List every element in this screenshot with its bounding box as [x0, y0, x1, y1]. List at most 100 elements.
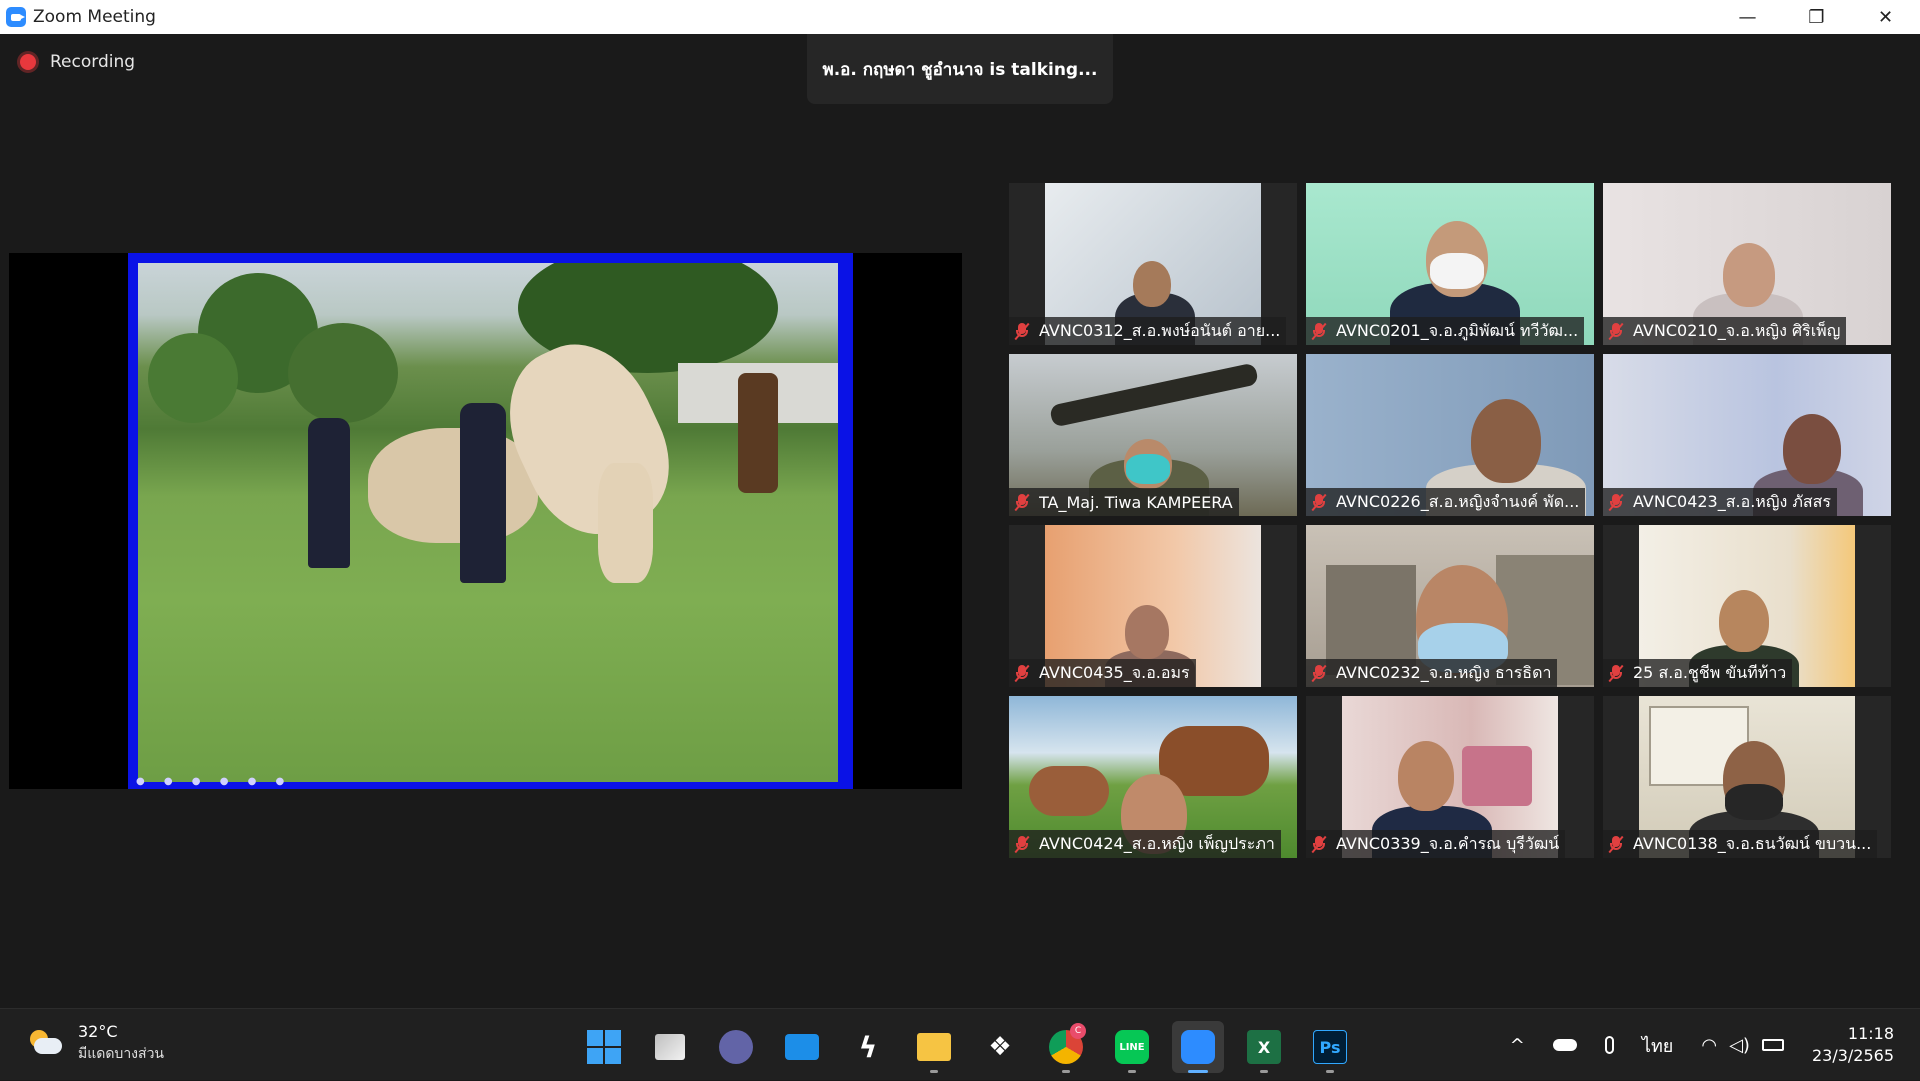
participant-tile[interactable]: AVNC0424_ส.อ.หญิง เพ็ญประภา [1009, 696, 1297, 858]
dropbox-button[interactable]: ❖ [974, 1021, 1026, 1073]
window-controls: — ❐ ✕ [1713, 0, 1920, 34]
mic-muted-icon [1310, 664, 1328, 683]
folder-icon [917, 1033, 951, 1061]
app-button-lightning[interactable]: ϟ [842, 1021, 894, 1073]
teams-chat-button[interactable] [710, 1021, 762, 1073]
zoom-icon [1181, 1030, 1215, 1064]
participant-name: TA_Maj. Tiwa KAMPEERA [1039, 492, 1233, 512]
participant-name: AVNC0424_ส.อ.หญิง เพ็ญประภา [1039, 833, 1275, 853]
participant-name-bar: 25 ส.อ.ชูชีพ ขันทีท้าว [1603, 659, 1793, 687]
taskbar: 32°C มีแดดบางส่วน ϟ ❖ C LINE X Ps ^ ไทย … [0, 1008, 1920, 1080]
chat-icon [719, 1030, 753, 1064]
input-language[interactable]: ไทย [1642, 1031, 1673, 1060]
file-explorer-button[interactable] [908, 1021, 960, 1073]
zoom-button[interactable] [1172, 1021, 1224, 1073]
zoom-app-icon [6, 7, 26, 27]
participant-name-bar: AVNC0226_ส.อ.หญิงจำนงค์ พัด... [1306, 488, 1586, 516]
participant-name: AVNC0210_จ.อ.หญิง ศิริเพ็ญ [1633, 320, 1841, 340]
participant-name: AVNC0312_ส.อ.พงษ์อนันต์ อาย... [1039, 320, 1281, 340]
mail-button[interactable] [776, 1021, 828, 1073]
photoshop-button[interactable]: Ps [1304, 1021, 1356, 1073]
mic-muted-icon [1607, 493, 1625, 512]
participant-tile[interactable]: AVNC0226_ส.อ.หญิงจำนงค์ พัด... [1306, 354, 1594, 516]
clock[interactable]: 11:18 23/3/2565 [1812, 1023, 1894, 1067]
tray-overflow-chevron-icon[interactable]: ^ [1510, 1035, 1525, 1056]
weather-desc: มีแดดบางส่วน [78, 1046, 164, 1062]
dropbox-icon: ❖ [988, 1032, 1012, 1062]
participant-tile[interactable]: AVNC0232_จ.อ.หญิง ธารธิดา [1306, 525, 1594, 687]
excel-button[interactable]: X [1238, 1021, 1290, 1073]
weather-widget[interactable]: 32°C มีแดดบางส่วน [28, 1021, 164, 1065]
slide-nav-dots[interactable]: ● ● ● ● ● ● [136, 776, 292, 787]
participant-name-bar: AVNC0210_จ.อ.หญิง ศิริเพ็ญ [1603, 317, 1847, 345]
lightning-icon: ϟ [858, 1030, 878, 1064]
participant-name-bar: AVNC0435_จ.อ.อมร [1009, 659, 1196, 687]
participant-tile[interactable]: AVNC0435_จ.อ.อมร [1009, 525, 1297, 687]
start-button[interactable] [578, 1021, 630, 1073]
meeting-area: Recording พ.อ. กฤษดา ชูอำนาจ is talking.… [0, 34, 1920, 1008]
record-dot-icon [20, 54, 36, 70]
title-bar: Zoom Meeting — ❐ ✕ [0, 0, 1920, 34]
participant-name: AVNC0138_จ.อ.ธนวัฒน์ ขบวน... [1633, 833, 1872, 853]
participant-name-bar: AVNC0232_จ.อ.หญิง ธารธิดา [1306, 659, 1558, 687]
clock-date: 23/3/2565 [1811, 1046, 1894, 1065]
mail-icon [785, 1034, 819, 1060]
chrome-button[interactable]: C [1040, 1021, 1092, 1073]
mic-muted-icon [1310, 322, 1328, 341]
photoshop-icon: Ps [1313, 1030, 1347, 1064]
participant-name: AVNC0423_ส.อ.หญิง ภัสสร [1633, 491, 1832, 511]
weather-temp: 32°C [78, 1022, 118, 1041]
participant-name-bar: TA_Maj. Tiwa KAMPEERA [1009, 488, 1239, 516]
partly-sunny-icon [28, 1030, 64, 1056]
participant-name: AVNC0339_จ.อ.คำรณ บุรีวัฒน์ [1336, 833, 1560, 853]
wifi-icon[interactable]: ◠ [1701, 1035, 1717, 1056]
participant-tile[interactable]: AVNC0201_จ.อ.ภูมิพัฒน์ ทวีวัฒ... [1306, 183, 1594, 345]
minimize-button[interactable]: — [1713, 0, 1782, 34]
participant-tile[interactable]: AVNC0210_จ.อ.หญิง ศิริเพ็ญ [1603, 183, 1891, 345]
system-tray: ^ ไทย ◠ ◁) 11:18 23/3/2565 [1510, 1009, 1920, 1081]
task-view-button[interactable] [644, 1021, 696, 1073]
restore-button[interactable]: ❐ [1782, 0, 1851, 34]
participant-name: AVNC0435_จ.อ.อมร [1039, 662, 1190, 682]
participant-tile[interactable]: 25 ส.อ.ชูชีพ ขันทีท้าว [1603, 525, 1891, 687]
participant-tile[interactable]: TA_Maj. Tiwa KAMPEERA [1009, 354, 1297, 516]
participant-name-bar: AVNC0339_จ.อ.คำรณ บุรีวัฒน์ [1306, 830, 1566, 858]
participant-tile[interactable]: AVNC0312_ส.อ.พงษ์อนันต์ อาย... [1009, 183, 1297, 345]
recording-indicator[interactable]: Recording [20, 52, 135, 72]
battery-icon[interactable] [1761, 1039, 1784, 1051]
shared-screen[interactable]: ● ● ● ● ● ● [9, 253, 962, 789]
participant-name: AVNC0232_จ.อ.หญิง ธารธิดา [1336, 662, 1552, 682]
taskbar-apps: ϟ ❖ C LINE X Ps [578, 1021, 1370, 1073]
participant-tile[interactable]: AVNC0339_จ.อ.คำรณ บุรีวัฒน์ [1306, 696, 1594, 858]
active-speaker-banner: พ.อ. กฤษดา ชูอำนาจ is talking... [807, 34, 1113, 104]
microphone-icon[interactable] [1604, 1036, 1614, 1054]
participant-name-bar: AVNC0201_จ.อ.ภูมิพัฒน์ ทวีวัฒ... [1306, 317, 1585, 345]
mic-muted-icon [1013, 493, 1031, 512]
participant-name-bar: AVNC0423_ส.อ.หญิง ภัสสร [1603, 488, 1838, 516]
participant-name: 25 ส.อ.ชูชีพ ขันทีท้าว [1633, 662, 1787, 682]
clock-time: 11:18 [1847, 1024, 1894, 1043]
task-view-icon [655, 1034, 685, 1060]
mic-muted-icon [1013, 322, 1031, 341]
participant-tile[interactable]: AVNC0423_ส.อ.หญิง ภัสสร [1603, 354, 1891, 516]
mic-muted-icon [1607, 835, 1625, 854]
window-title: Zoom Meeting [33, 7, 156, 27]
mic-muted-icon [1013, 835, 1031, 854]
mic-muted-icon [1310, 835, 1328, 854]
line-button[interactable]: LINE [1106, 1021, 1158, 1073]
chrome-profile-badge: C [1070, 1023, 1086, 1039]
close-button[interactable]: ✕ [1851, 0, 1920, 34]
mic-muted-icon [1310, 493, 1328, 512]
participant-name: AVNC0201_จ.อ.ภูมิพัฒน์ ทวีวัฒ... [1336, 320, 1579, 340]
onedrive-icon[interactable] [1552, 1039, 1577, 1051]
excel-icon: X [1247, 1030, 1281, 1064]
recording-label: Recording [50, 52, 136, 72]
volume-icon[interactable]: ◁) [1729, 1035, 1750, 1056]
line-icon: LINE [1115, 1030, 1149, 1064]
participant-name-bar: AVNC0138_จ.อ.ธนวัฒน์ ขบวน... [1603, 830, 1878, 858]
participant-tile[interactable]: AVNC0138_จ.อ.ธนวัฒน์ ขบวน... [1603, 696, 1891, 858]
slide-photo [138, 263, 838, 782]
mic-muted-icon [1013, 664, 1031, 683]
participant-name: AVNC0226_ส.อ.หญิงจำนงค์ พัด... [1336, 491, 1580, 511]
slide-frame: ● ● ● ● ● ● [128, 253, 853, 789]
